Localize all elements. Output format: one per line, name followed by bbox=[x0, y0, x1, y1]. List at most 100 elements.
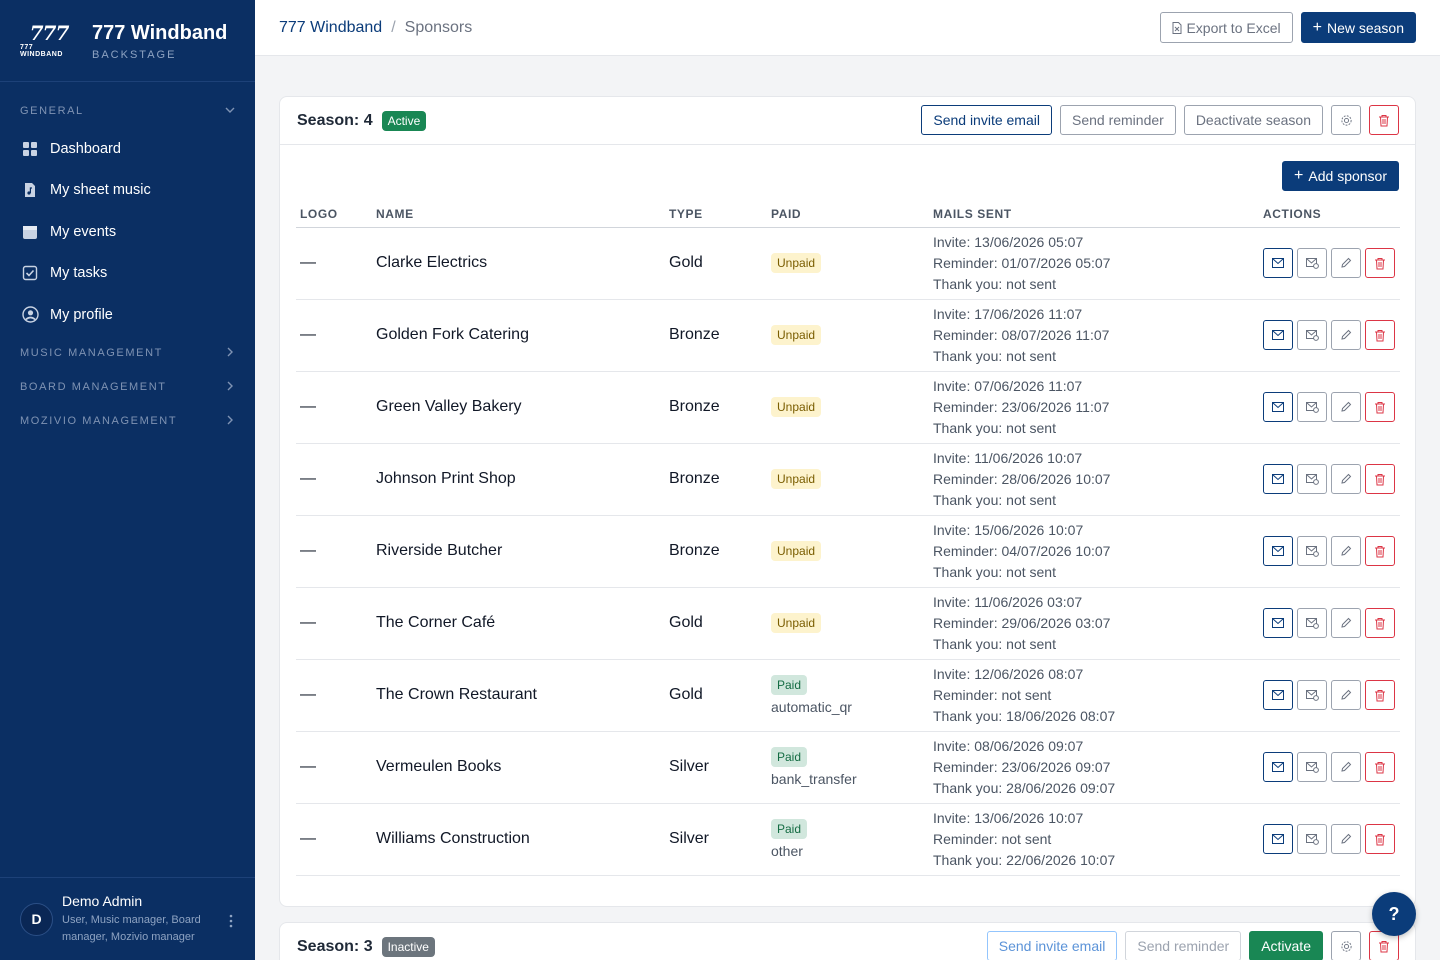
settings-button[interactable] bbox=[1331, 105, 1361, 135]
send-invite-button[interactable] bbox=[1263, 824, 1293, 854]
mail-reminder-icon bbox=[1305, 689, 1319, 701]
sponsor-actions-cell bbox=[1259, 299, 1400, 372]
invite-sent: Invite: 11/06/2026 03:07 bbox=[933, 593, 1083, 610]
deactivate-season-button[interactable]: Deactivate season bbox=[1183, 105, 1323, 135]
send-invite-button[interactable] bbox=[1263, 392, 1293, 422]
invite-sent: Invite: 11/06/2026 10:07 bbox=[933, 449, 1083, 466]
mail-icon bbox=[1272, 474, 1284, 484]
send-invite-email-button[interactable]: Send invite email bbox=[921, 105, 1052, 135]
brand[interactable]: 777 777 WINDBAND 777 Windband BACKSTAGE bbox=[0, 0, 255, 82]
mail-icon bbox=[1272, 618, 1284, 628]
new-season-button[interactable]: + New season bbox=[1300, 12, 1416, 43]
sidebar-item-sheet-music[interactable]: My sheet music bbox=[0, 170, 255, 212]
payment-status-badge: Unpaid bbox=[771, 253, 822, 273]
send-invite-email-button[interactable]: Send invite email bbox=[986, 931, 1118, 960]
user-box[interactable]: D Demo Admin User, Music manager, Board … bbox=[0, 877, 255, 960]
add-sponsor-button[interactable]: + Add sponsor bbox=[1282, 161, 1399, 191]
pencil-icon bbox=[1340, 329, 1352, 341]
send-reminder-row-button[interactable] bbox=[1297, 608, 1327, 638]
trash-icon bbox=[1374, 473, 1386, 486]
reminder-sent: Reminder: 04/07/2026 10:07 bbox=[933, 542, 1111, 559]
send-reminder-row-button[interactable] bbox=[1297, 680, 1327, 710]
mail-icon bbox=[1272, 402, 1284, 412]
invite-sent: Invite: 13/06/2026 05:07 bbox=[933, 233, 1084, 250]
gear-icon bbox=[1340, 940, 1353, 953]
breadcrumb-home[interactable]: 777 Windband bbox=[279, 19, 382, 37]
edit-sponsor-button[interactable] bbox=[1331, 248, 1361, 278]
sponsor-name: The Crown Restaurant bbox=[372, 659, 665, 732]
mail-reminder-icon bbox=[1305, 257, 1319, 269]
sidebar-item-dashboard[interactable]: Dashboard bbox=[0, 128, 255, 170]
sidebar-item-events[interactable]: My events bbox=[0, 211, 255, 253]
delete-sponsor-button[interactable] bbox=[1365, 680, 1395, 710]
delete-sponsor-button[interactable] bbox=[1365, 464, 1395, 494]
send-reminder-row-button[interactable] bbox=[1297, 464, 1327, 494]
send-invite-button[interactable] bbox=[1263, 248, 1293, 278]
delete-sponsor-button[interactable] bbox=[1365, 392, 1395, 422]
help-button[interactable]: ? bbox=[1372, 892, 1416, 936]
chevron-right-icon bbox=[225, 414, 235, 428]
chevron-right-icon bbox=[225, 346, 235, 360]
send-reminder-row-button[interactable] bbox=[1297, 752, 1327, 782]
edit-sponsor-button[interactable] bbox=[1331, 320, 1361, 350]
delete-sponsor-button[interactable] bbox=[1365, 752, 1395, 782]
send-invite-button[interactable] bbox=[1263, 752, 1293, 782]
sponsor-mails-cell: Invite: 07/06/2026 11:07 Reminder: 23/06/… bbox=[929, 371, 1259, 444]
payment-status-badge: Unpaid bbox=[771, 469, 822, 489]
export-excel-button[interactable]: Export to Excel bbox=[1160, 12, 1293, 43]
season-title: Season: 3 bbox=[297, 938, 373, 955]
nav-section-music-management[interactable]: MUSIC MANAGEMENT bbox=[0, 336, 255, 370]
sponsor-name: Green Valley Bakery bbox=[372, 371, 665, 444]
sponsor-logo: — bbox=[296, 515, 372, 588]
send-invite-button[interactable] bbox=[1263, 464, 1293, 494]
send-reminder-row-button[interactable] bbox=[1297, 536, 1327, 566]
delete-sponsor-button[interactable] bbox=[1365, 320, 1395, 350]
sponsor-mails-cell: Invite: 15/06/2026 10:07 Reminder: 04/07/… bbox=[929, 515, 1259, 588]
nav-section-label: MOZIVIO MANAGEMENT bbox=[20, 414, 178, 427]
edit-sponsor-button[interactable] bbox=[1331, 392, 1361, 422]
send-invite-button[interactable] bbox=[1263, 608, 1293, 638]
payment-method: bank_transfer bbox=[771, 771, 857, 787]
send-reminder-row-button[interactable] bbox=[1297, 824, 1327, 854]
delete-sponsor-button[interactable] bbox=[1365, 536, 1395, 566]
send-reminder-row-button[interactable] bbox=[1297, 248, 1327, 278]
sponsor-mails-cell: Invite: 13/06/2026 05:07 Reminder: 01/07/… bbox=[929, 227, 1259, 300]
edit-sponsor-button[interactable] bbox=[1331, 464, 1361, 494]
send-invite-button[interactable] bbox=[1263, 536, 1293, 566]
edit-sponsor-button[interactable] bbox=[1331, 824, 1361, 854]
send-invite-button[interactable] bbox=[1263, 320, 1293, 350]
mail-icon bbox=[1272, 330, 1284, 340]
nav-section-general[interactable]: GENERAL bbox=[0, 94, 255, 128]
payment-status-badge: Paid bbox=[771, 747, 808, 767]
kebab-menu-icon[interactable] bbox=[229, 914, 233, 931]
nav-section-mozivio-management[interactable]: MOZIVIO MANAGEMENT bbox=[0, 404, 255, 438]
nav-section-board-management[interactable]: BOARD MANAGEMENT bbox=[0, 370, 255, 404]
edit-sponsor-button[interactable] bbox=[1331, 752, 1361, 782]
edit-sponsor-button[interactable] bbox=[1331, 608, 1361, 638]
table-row: — Riverside Butcher Bronze Unpaid Invite: 15… bbox=[296, 515, 1400, 588]
delete-sponsor-button[interactable] bbox=[1365, 248, 1395, 278]
delete-sponsor-button[interactable] bbox=[1365, 608, 1395, 638]
settings-button[interactable] bbox=[1331, 931, 1361, 960]
activate-season-button[interactable]: Activate bbox=[1249, 931, 1323, 960]
delete-sponsor-button[interactable] bbox=[1365, 824, 1395, 854]
mail-icon bbox=[1272, 762, 1284, 772]
reminder-sent: Reminder: 23/06/2026 09:07 bbox=[933, 758, 1111, 775]
sponsor-type: Gold bbox=[665, 587, 767, 660]
new-season-label: New season bbox=[1326, 19, 1404, 36]
trash-icon bbox=[1374, 257, 1386, 270]
send-invite-button[interactable] bbox=[1263, 680, 1293, 710]
send-reminder-row-button[interactable] bbox=[1297, 392, 1327, 422]
send-reminder-button[interactable]: Send reminder bbox=[1125, 931, 1242, 960]
sponsor-mails-cell: Invite: 11/06/2026 03:07 Reminder: 29/06/… bbox=[929, 587, 1259, 660]
send-reminder-button[interactable]: Send reminder bbox=[1059, 105, 1176, 135]
sidebar-item-tasks[interactable]: My tasks bbox=[0, 253, 255, 295]
sidebar-item-profile[interactable]: My profile bbox=[0, 294, 255, 336]
trash-icon bbox=[1378, 114, 1390, 127]
edit-sponsor-button[interactable] bbox=[1331, 680, 1361, 710]
delete-season-button[interactable] bbox=[1369, 105, 1399, 135]
thank-you-sent: Thank you: 28/06/2026 09:07 bbox=[933, 779, 1116, 796]
send-reminder-row-button[interactable] bbox=[1297, 320, 1327, 350]
sidebar-item-label: My tasks bbox=[50, 265, 108, 282]
edit-sponsor-button[interactable] bbox=[1331, 536, 1361, 566]
